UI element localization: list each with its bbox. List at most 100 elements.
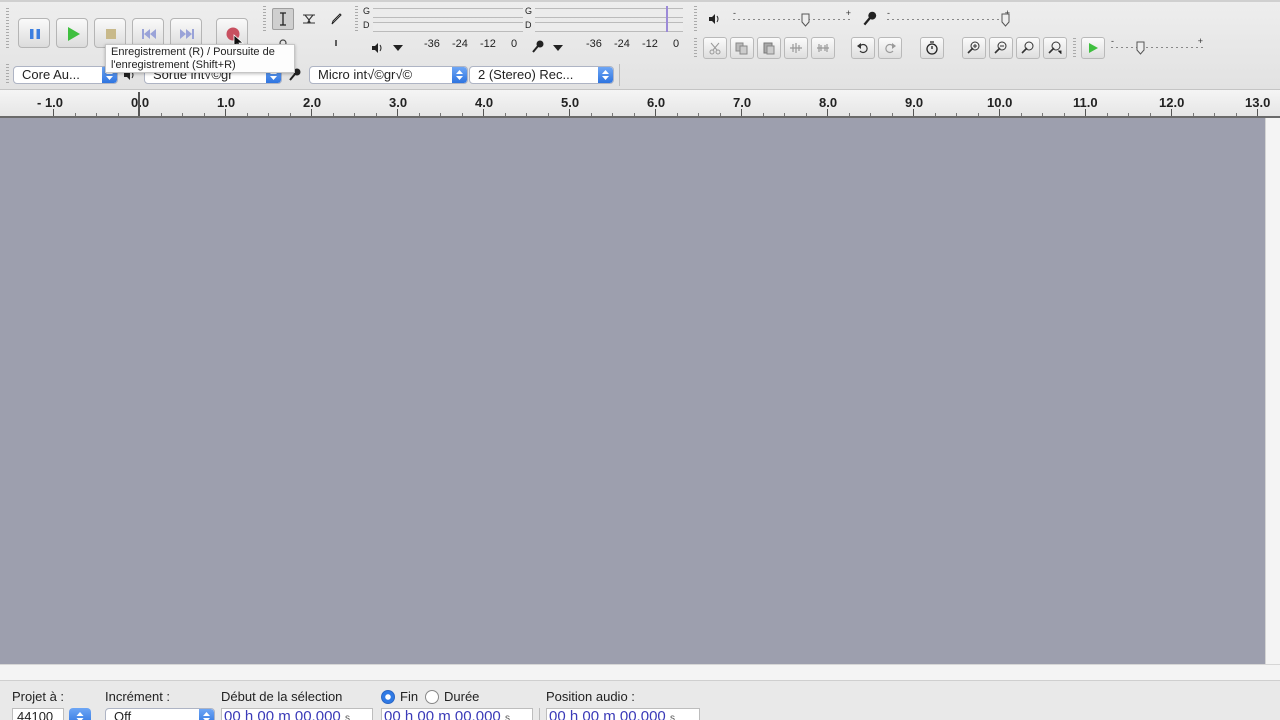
transport-toolbar-grip[interactable] [6, 8, 9, 48]
draw-tool[interactable] [325, 8, 347, 30]
chevron-down-icon[interactable] [392, 43, 404, 53]
device-toolbar-grip[interactable] [6, 64, 9, 84]
record-tooltip: Enregistrement (R) / Poursuite de l'enre… [105, 44, 295, 73]
ruler-minor-tick [977, 113, 979, 116]
ruler-minor-tick [246, 113, 248, 116]
skip-to-end-icon [180, 29, 194, 39]
toolbar-divider [619, 64, 620, 86]
playback-volume-slider[interactable]: - + [733, 8, 851, 28]
play-icon [1089, 43, 1098, 53]
ruler-minor-tick [934, 113, 936, 116]
copy-icon [735, 42, 748, 55]
ruler-minor-tick [354, 113, 355, 116]
ruler-minor-tick [762, 113, 764, 116]
ruler-minor-tick [160, 113, 162, 116]
meter-toolbar-grip[interactable] [355, 6, 358, 32]
updown-chevron-icon [456, 70, 463, 80]
slider-max-mark: + [845, 8, 851, 18]
snap-to-value: Off [114, 709, 132, 720]
ruler-minor-tick [698, 113, 699, 116]
zoom-out-button[interactable] [989, 37, 1013, 59]
ruler-tick-label: 9.0 [905, 95, 924, 110]
slider-max-mark: + [1197, 36, 1203, 46]
recording-volume-slider[interactable]: - + [887, 8, 1012, 28]
playhead-marker[interactable] [138, 92, 140, 116]
select-arrow [598, 67, 613, 83]
timeline-ruler[interactable]: - 1.0 0.0 1.0 2.0 3.0 4.0 5.0 6.0 7.0 8.… [0, 90, 1280, 118]
ruler-minor-tick [848, 113, 850, 116]
selection-tool[interactable] [272, 8, 294, 30]
audio-position-time[interactable]: 00 h 00 m 00.000 s [546, 708, 700, 720]
meter-channel-left-label: G [363, 6, 371, 16]
snap-to-select[interactable]: Off [105, 708, 215, 720]
recording-channels-select[interactable]: 2 (Stereo) Rec... [469, 66, 614, 84]
tooltip-line-2: l'enregistrement (Shift+R) [111, 59, 236, 71]
slider-thumb[interactable] [1001, 13, 1010, 27]
ruler-major-tick [483, 109, 484, 116]
time-unit: s [344, 713, 350, 720]
trim-button[interactable] [784, 37, 808, 59]
ruler-tick-label: 0.0 [131, 95, 150, 110]
slider-thumb[interactable] [1136, 41, 1145, 55]
tools-toolbar-grip[interactable] [263, 6, 266, 32]
recording-device-select[interactable]: Micro int√©gr√© [309, 66, 468, 84]
vertical-scrollbar[interactable] [1265, 118, 1280, 664]
silence-audio-icon [817, 44, 829, 52]
play-button[interactable] [56, 18, 88, 48]
paste-button[interactable] [757, 37, 781, 59]
multi-tool[interactable] [325, 34, 347, 56]
play-at-speed-toolbar-grip[interactable] [1073, 38, 1076, 58]
zoom-in-button[interactable] [962, 37, 986, 59]
end-radio-label: Fin [400, 689, 419, 704]
ruler-minor-tick [96, 113, 97, 116]
copy-button[interactable] [730, 37, 754, 59]
meter-peak-marker [666, 6, 668, 32]
meter-channel-left-label: G [525, 6, 533, 16]
pause-button[interactable] [18, 18, 50, 48]
meter-channel-right-label: D [525, 20, 532, 30]
sync-lock-button[interactable] [920, 37, 944, 59]
length-radio-label: Durée [444, 689, 480, 704]
fit-project-button[interactable] [1043, 37, 1067, 59]
silence-button[interactable] [811, 37, 835, 59]
length-radio[interactable] [425, 690, 439, 704]
selection-end-time[interactable]: 00 h 00 m 00.000 s [381, 708, 533, 720]
slider-track [733, 19, 851, 20]
project-rate-field[interactable]: 44100 [12, 708, 64, 720]
envelope-tool[interactable] [298, 8, 320, 30]
scale-tick-label: -12 [642, 38, 658, 50]
ruler-tick-label: 10.0 [987, 95, 1013, 110]
slider-thumb[interactable] [801, 13, 810, 27]
speaker-icon [372, 43, 382, 53]
audio-host-select[interactable]: Core Au... [13, 66, 118, 84]
edit-toolbar-grip[interactable] [694, 38, 697, 58]
tooltip-line-1: Enregistrement (R) / Poursuite de [111, 46, 275, 58]
scale-tick-label: -24 [452, 38, 468, 50]
updown-chevron-icon [602, 70, 609, 80]
ruler-minor-tick [1042, 113, 1043, 116]
play-at-speed-button[interactable] [1081, 37, 1105, 59]
cut-button[interactable] [703, 37, 727, 59]
redo-button[interactable] [878, 37, 902, 59]
recording-meter[interactable]: G D [525, 6, 685, 34]
audio-position-label: Position audio : [546, 689, 635, 704]
mixer-toolbar-grip[interactable] [694, 6, 697, 32]
undo-button[interactable] [851, 37, 875, 59]
ruler-minor-tick [719, 113, 721, 116]
ruler-minor-tick [1020, 113, 1022, 116]
scale-tick-label: 0 [673, 38, 680, 50]
horizontal-scrollbar[interactable] [0, 664, 1280, 680]
chevron-down-icon[interactable] [552, 43, 564, 53]
timer-icon [926, 41, 938, 55]
playback-speed-slider[interactable]: - + [1111, 36, 1203, 56]
ruler-minor-tick [870, 113, 871, 116]
ruler-minor-tick [676, 113, 678, 116]
track-panel[interactable] [0, 118, 1265, 664]
ruler-tick-label: 11.0 [1073, 95, 1098, 110]
selection-start-time[interactable]: 00 h 00 m 00.000 s [221, 708, 373, 720]
end-radio[interactable] [381, 690, 395, 704]
meter-bar-right [535, 22, 683, 32]
fit-selection-button[interactable] [1016, 37, 1040, 59]
project-rate-dropdown-button[interactable] [69, 708, 91, 720]
playback-meter[interactable]: G D [363, 6, 523, 34]
